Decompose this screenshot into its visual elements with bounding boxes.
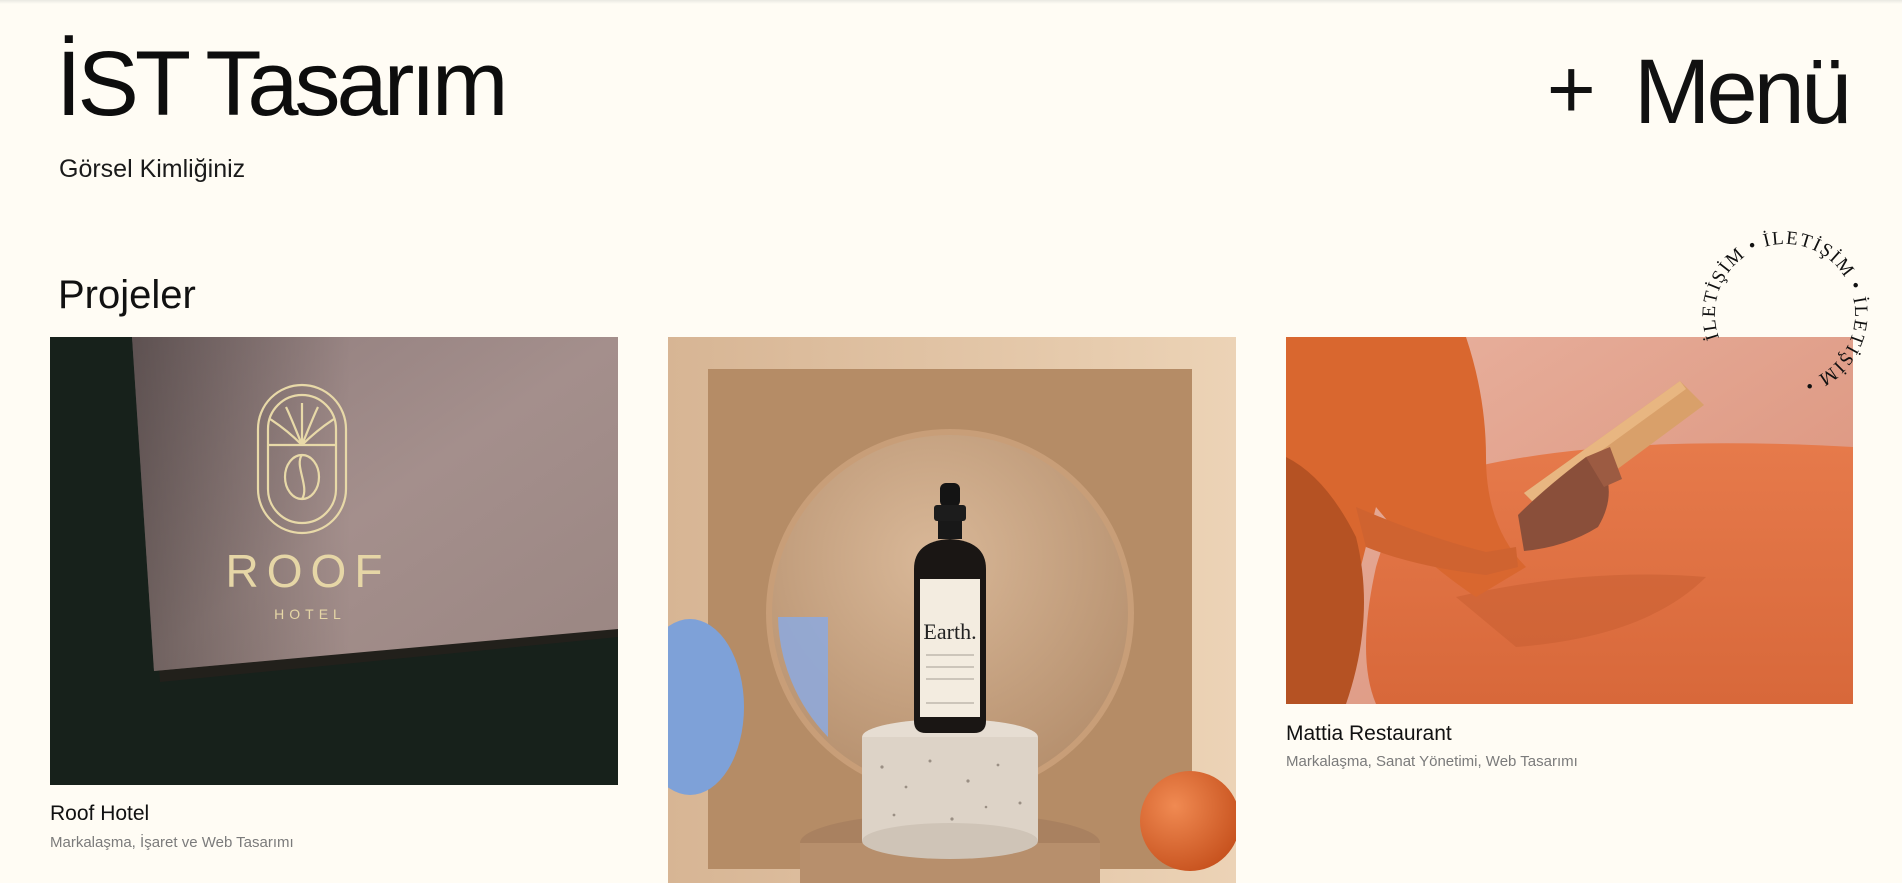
menu-label: Menü (1633, 41, 1852, 143)
project-card-mattia-restaurant[interactable]: Mattia Restaurant Markalaşma, Sanat Yöne… (1286, 337, 1853, 777)
svg-text:Earth.: Earth. (923, 619, 976, 644)
section-title-projects: Projeler (58, 273, 196, 317)
svg-text:HOTEL: HOTEL (274, 606, 346, 622)
project-image-earth[interactable]: Earth. (668, 337, 1236, 883)
project-tags: Markalaşma, İşaret ve Web Tasarımı (50, 834, 294, 851)
svg-text:ROOF: ROOF (226, 545, 391, 597)
project-tags: Markalaşma, Sanat Yönetimi, Web Tasarımı (1286, 753, 1578, 770)
project-card-roof-hotel[interactable]: ROOF HOTEL Roof Hotel Markalaşma, İşaret… (50, 337, 618, 857)
plus-icon: + (1546, 42, 1596, 136)
circular-contact-text: İLETİŞİM • İLETİŞİM • İLETİŞİM • (1697, 226, 1873, 402)
brand-logo[interactable]: İST Tasarım (56, 38, 509, 130)
project-title[interactable]: Mattia Restaurant (1286, 722, 1452, 746)
brand-tagline: Görsel Kimliğiniz (59, 155, 246, 183)
menu-button[interactable]: + Menü (1546, 41, 1852, 143)
svg-text:İLETİŞİM • İLETİŞİM • İLETİŞİM: İLETİŞİM • İLETİŞİM • İLETİŞİM • (1697, 226, 1873, 402)
earth-serum-mockup: Earth. (668, 337, 1236, 883)
project-image-roof-hotel[interactable]: ROOF HOTEL (50, 337, 618, 785)
top-edge-shadow (0, 0, 1902, 4)
contact-badge[interactable]: İLETİŞİM • İLETİŞİM • İLETİŞİM • (1697, 226, 1873, 402)
roof-hotel-mockup: ROOF HOTEL (50, 337, 618, 785)
project-card-earth[interactable]: Earth. (668, 337, 1236, 883)
project-title[interactable]: Roof Hotel (50, 802, 149, 826)
